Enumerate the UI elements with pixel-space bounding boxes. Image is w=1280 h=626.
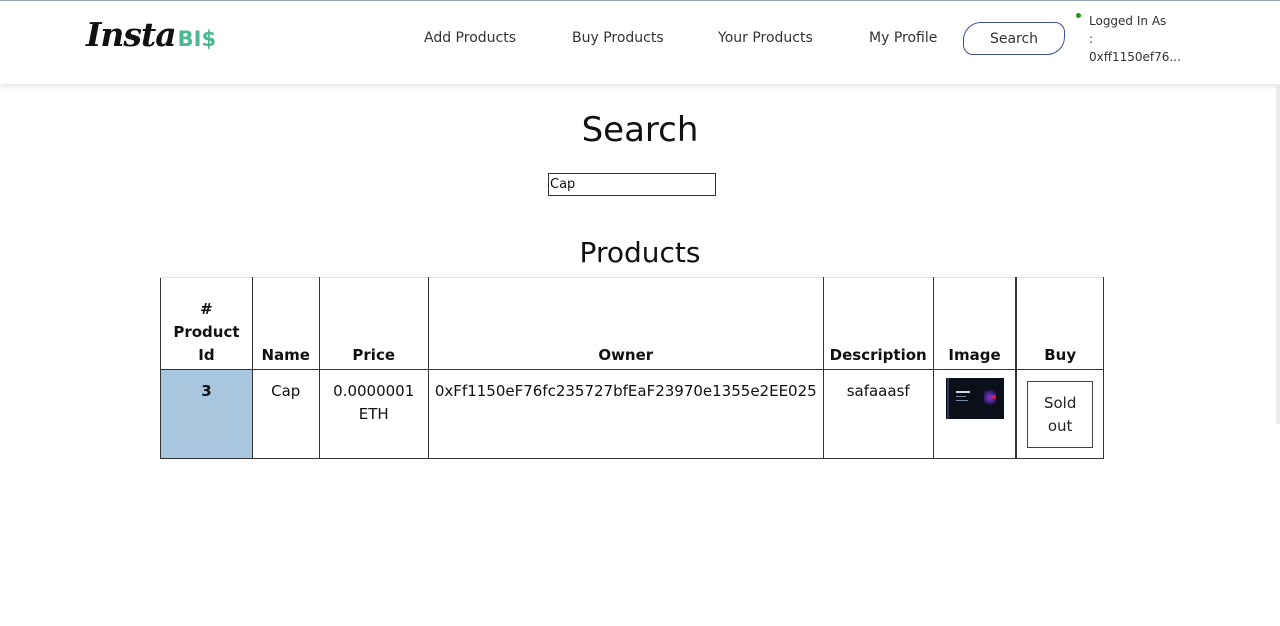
login-label: Logged In As	[1089, 14, 1167, 28]
logo-accent-text: BI$	[177, 27, 217, 51]
header-name: Name	[251, 277, 320, 370]
sold-out-button[interactable]: Sold out	[1027, 381, 1094, 448]
search-input[interactable]	[548, 173, 716, 196]
header-product-id: # Product Id	[160, 277, 253, 370]
cell-product-id: 3	[160, 369, 253, 459]
nav-buy-products[interactable]: Buy Products	[572, 30, 664, 46]
table-header-row: # Product Id Name Price Owner Descriptio…	[160, 277, 1105, 370]
nav-add-products[interactable]: Add Products	[424, 30, 516, 46]
nav-your-products[interactable]: Your Products	[718, 30, 813, 46]
header-owner: Owner	[427, 277, 824, 370]
header-price: Price	[318, 277, 429, 370]
online-status-dot	[1076, 13, 1081, 18]
cell-owner: 0xFf1150eF76fc235727bfEaF23970e1355e2EE0…	[427, 369, 824, 459]
header-buy: Buy	[1015, 277, 1105, 370]
header-image: Image	[932, 277, 1017, 370]
products-heading: Products	[579, 236, 701, 269]
page-title: Search	[581, 110, 699, 150]
login-separator: :	[1089, 32, 1094, 46]
cell-buy: Sold out	[1015, 369, 1105, 459]
search-nav-button[interactable]: Search	[963, 22, 1065, 55]
login-address: 0xff1150ef76...	[1089, 50, 1181, 64]
header-description: Description	[822, 277, 934, 370]
cell-description: safaaasf	[822, 369, 934, 459]
products-table: # Product Id Name Price Owner Descriptio…	[160, 277, 1105, 459]
login-info: Logged In As : 0xff1150ef76...	[1089, 12, 1181, 66]
nav-my-profile[interactable]: My Profile	[869, 30, 937, 46]
table-row: 3 Cap 0.0000001 ETH 0xFf1150eF76fc235727…	[160, 369, 1105, 459]
cell-price: 0.0000001 ETH	[318, 369, 429, 459]
cell-image	[932, 369, 1017, 459]
navbar: Insta BI$ Add Products Buy Products Your…	[0, 1, 1280, 84]
product-thumbnail-image	[945, 378, 1004, 419]
logo-main-text: Insta	[86, 15, 177, 54]
cell-name: Cap	[251, 369, 320, 459]
logo[interactable]: Insta BI$	[86, 15, 216, 55]
